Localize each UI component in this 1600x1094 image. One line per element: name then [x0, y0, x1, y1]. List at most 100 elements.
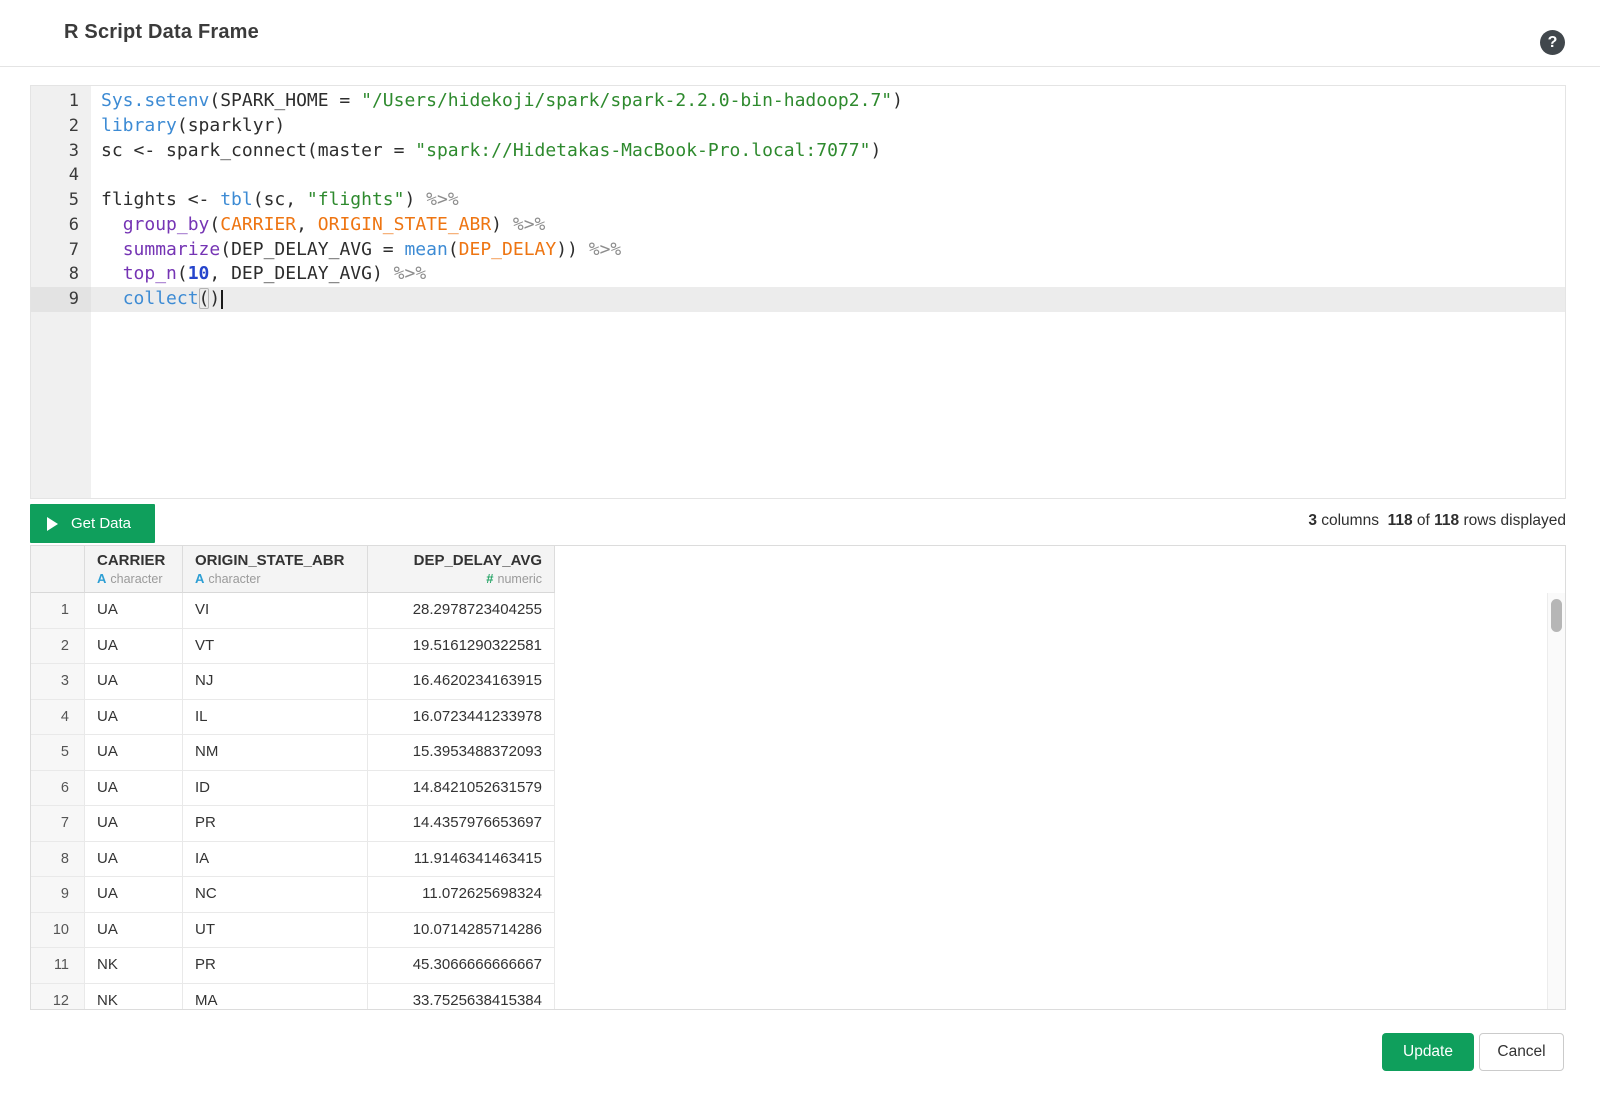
cell-dep-delay-avg: 16.4620234163915	[368, 664, 555, 700]
cell-origin-state-abr: IA	[183, 842, 368, 878]
text-cursor	[221, 290, 223, 309]
cell-origin-state-abr: VT	[183, 629, 368, 665]
cell-carrier: UA	[85, 913, 183, 949]
row-number: 11	[31, 948, 85, 984]
table-row[interactable]: 4UAIL16.0723441233978	[31, 700, 555, 736]
column-name: CARRIER	[97, 551, 170, 571]
cell-carrier: UA	[85, 806, 183, 842]
line-number: 7	[31, 238, 91, 263]
page-title: R Script Data Frame	[64, 21, 259, 44]
code-line: top_n(10, DEP_DELAY_AVG) %>%	[91, 262, 1565, 287]
code-line: Sys.setenv(SPARK_HOME = "/Users/hidekoji…	[91, 89, 1565, 114]
update-button[interactable]: Update	[1382, 1033, 1474, 1071]
help-icon[interactable]: ?	[1540, 30, 1565, 55]
column-type-label: character	[208, 572, 260, 586]
cell-origin-state-abr: NM	[183, 735, 368, 771]
row-number: 12	[31, 984, 85, 1011]
table-scrollbar[interactable]	[1547, 593, 1565, 1009]
line-number: 2	[31, 114, 91, 139]
cell-dep-delay-avg: 33.7525638415384	[368, 984, 555, 1011]
table-row[interactable]: 9UANC11.072625698324	[31, 877, 555, 913]
line-number: 4	[31, 163, 91, 188]
play-icon	[47, 517, 58, 531]
table-row[interactable]: 2UAVT19.5161290322581	[31, 629, 555, 665]
row-number: 9	[31, 877, 85, 913]
cell-origin-state-abr: VI	[183, 593, 368, 629]
cell-carrier: UA	[85, 593, 183, 629]
column-type: Acharacter	[195, 571, 355, 587]
cell-carrier: UA	[85, 629, 183, 665]
cell-origin-state-abr: PR	[183, 948, 368, 984]
cell-carrier: UA	[85, 771, 183, 807]
cell-carrier: UA	[85, 877, 183, 913]
column-header-dep-delay-avg[interactable]: DEP_DELAY_AVG #numeric	[368, 546, 555, 593]
editor-gutter: 123456789	[31, 86, 91, 498]
cell-carrier: UA	[85, 842, 183, 878]
cell-carrier: UA	[85, 700, 183, 736]
line-number: 3	[31, 139, 91, 164]
row-number: 8	[31, 842, 85, 878]
row-number: 1	[31, 593, 85, 629]
column-name: DEP_DELAY_AVG	[380, 551, 542, 571]
cell-dep-delay-avg: 19.5161290322581	[368, 629, 555, 665]
code-line: sc <- spark_connect(master = "spark://Hi…	[91, 139, 1565, 164]
row-number: 4	[31, 700, 85, 736]
table-row[interactable]: 5UANM15.3953488372093	[31, 735, 555, 771]
cell-origin-state-abr: UT	[183, 913, 368, 949]
code-line: collect()	[91, 287, 1565, 312]
column-header-origin-state-abr[interactable]: ORIGIN_STATE_ABR Acharacter	[183, 546, 368, 593]
code-line: flights <- tbl(sc, "flights") %>%	[91, 188, 1565, 213]
character-type-icon: A	[97, 571, 106, 586]
row-number: 5	[31, 735, 85, 771]
table-row[interactable]: 11NKPR45.3066666666667	[31, 948, 555, 984]
cell-dep-delay-avg: 14.4357976653697	[368, 806, 555, 842]
line-number: 8	[31, 262, 91, 287]
table-row[interactable]: 1UAVI28.2978723404255	[31, 593, 555, 629]
editor-code-area[interactable]: Sys.setenv(SPARK_HOME = "/Users/hidekoji…	[91, 86, 1565, 498]
table-row[interactable]: 12NKMA33.7525638415384	[31, 984, 555, 1011]
code-line: library(sparklyr)	[91, 114, 1565, 139]
dialog-header: R Script Data Frame ?	[0, 0, 1600, 67]
cell-origin-state-abr: ID	[183, 771, 368, 807]
get-data-button[interactable]: Get Data	[30, 504, 155, 543]
line-number: 1	[31, 89, 91, 114]
code-line: summarize(DEP_DELAY_AVG = mean(DEP_DELAY…	[91, 238, 1565, 263]
table-row[interactable]: 10UAUT10.0714285714286	[31, 913, 555, 949]
table-body: 1UAVI28.29787234042552UAVT19.51612903225…	[31, 593, 555, 1010]
cell-dep-delay-avg: 45.3066666666667	[368, 948, 555, 984]
cancel-button[interactable]: Cancel	[1479, 1033, 1564, 1071]
row-column-status: 3 columns 118 of 118 rows displayed	[1308, 512, 1566, 530]
character-type-icon: A	[195, 571, 204, 586]
column-header-carrier[interactable]: CARRIER Acharacter	[85, 546, 183, 593]
line-number: 5	[31, 188, 91, 213]
row-number: 10	[31, 913, 85, 949]
cell-origin-state-abr: NJ	[183, 664, 368, 700]
table-row[interactable]: 6UAID14.8421052631579	[31, 771, 555, 807]
line-number: 6	[31, 213, 91, 238]
cell-carrier: UA	[85, 735, 183, 771]
cell-carrier: UA	[85, 664, 183, 700]
get-data-label: Get Data	[71, 515, 131, 532]
table-row[interactable]: 3UANJ16.4620234163915	[31, 664, 555, 700]
row-number: 2	[31, 629, 85, 665]
line-number: 9	[31, 287, 91, 312]
row-number: 6	[31, 771, 85, 807]
cell-dep-delay-avg: 11.9146341463415	[368, 842, 555, 878]
cell-dep-delay-avg: 16.0723441233978	[368, 700, 555, 736]
scrollbar-thumb[interactable]	[1551, 599, 1562, 632]
column-type-label: numeric	[498, 572, 542, 586]
cell-dep-delay-avg: 28.2978723404255	[368, 593, 555, 629]
table-row[interactable]: 7UAPR14.4357976653697	[31, 806, 555, 842]
r-script-data-frame-dialog: R Script Data Frame ? 123456789 Sys.sete…	[0, 0, 1600, 1094]
code-editor[interactable]: 123456789 Sys.setenv(SPARK_HOME = "/User…	[30, 85, 1566, 499]
column-type-label: character	[110, 572, 162, 586]
row-number: 3	[31, 664, 85, 700]
row-number-header	[31, 546, 85, 593]
cell-origin-state-abr: IL	[183, 700, 368, 736]
cell-origin-state-abr: MA	[183, 984, 368, 1011]
row-number: 7	[31, 806, 85, 842]
table-row[interactable]: 8UAIA11.9146341463415	[31, 842, 555, 878]
cell-dep-delay-avg: 11.072625698324	[368, 877, 555, 913]
code-line	[91, 163, 1565, 188]
cell-dep-delay-avg: 15.3953488372093	[368, 735, 555, 771]
